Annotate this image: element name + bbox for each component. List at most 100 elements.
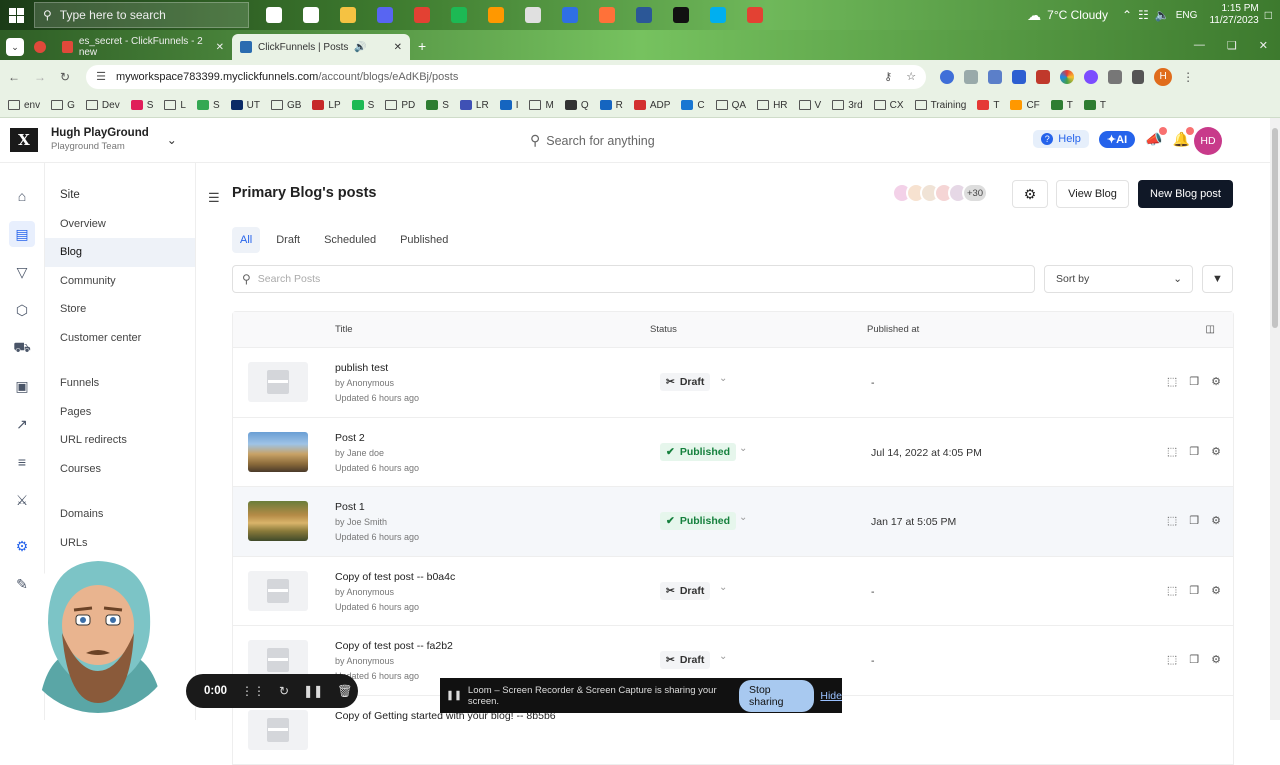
powershell-icon[interactable] [627,0,660,30]
color-extension-icon[interactable] [1060,69,1075,84]
post-title[interactable]: Post 1 [335,501,365,513]
sidepanel-icon[interactable] [1132,69,1145,84]
status-badge[interactable]: ✂ Draft [660,373,711,391]
column-title[interactable]: Title [335,324,353,335]
bookmark-item[interactable]: env [8,100,40,111]
user-avatar[interactable]: HD [1194,127,1222,155]
bookmark-item[interactable]: HR [757,100,788,111]
new-blog-post-button[interactable]: New Blog post [1138,180,1233,208]
bookmark-item[interactable]: ADP [633,100,670,111]
bookmark-item[interactable]: GB [270,100,301,111]
settings-icon[interactable] [294,0,327,30]
filter-button[interactable]: ▼ [1202,265,1233,293]
table-row[interactable]: publish test by Anonymous Updated 6 hours … [233,347,1233,417]
blog-settings-button[interactable]: ⚙ [1012,180,1048,208]
chevron-down-icon[interactable]: ⌄ [167,133,177,147]
bookmark-item[interactable]: QA [715,100,746,111]
sidebar-item-domains[interactable]: Domains [45,500,195,529]
gear-icon[interactable]: ⚙ [1211,514,1221,527]
tab-draft[interactable]: Draft [268,227,308,253]
websites-icon[interactable]: ▤ [9,221,35,247]
orders-icon[interactable]: ⛟ [9,335,35,361]
sidebar-item-store[interactable]: Store [45,295,195,324]
funnels-icon[interactable]: ▽ [9,259,35,285]
profile-avatar[interactable]: H [1154,67,1173,86]
bookmark-item[interactable]: CX [873,100,904,111]
open-editor-icon[interactable]: ⬚ [1167,445,1177,458]
duplicate-icon[interactable]: ❐ [1189,584,1199,597]
collaborator-avatars[interactable]: +30 [892,183,988,203]
language-text[interactable]: ENG [1176,10,1198,21]
terminal-icon[interactable] [664,0,697,30]
browser-tab[interactable]: es_secret - ClickFunnels - 2 new ✕ [54,34,232,60]
restore-icon[interactable]: ❑ [1227,39,1237,52]
help-button[interactable]: ? Help [1033,130,1089,148]
hide-banner-link[interactable]: Hide [820,690,842,702]
products-icon[interactable]: ⬡ [9,297,35,323]
pause-share-icon[interactable]: ❚❚ [446,690,462,701]
bookmark-item[interactable]: LR [459,100,489,111]
table-row[interactable]: Post 2 by Jane doe Updated 6 hours ago ✔ Pub… [233,416,1233,487]
chevron-up-icon[interactable]: ⌃ [1122,8,1132,22]
gear-icon[interactable]: ⚙ [1211,584,1221,597]
post-title[interactable]: Copy of test post -- b0a4c [335,571,455,583]
sidebar-item-customer-center[interactable]: Customer center [45,324,195,353]
bookmark-item[interactable]: T [1083,100,1106,111]
status-chevron-icon[interactable]: ⌄ [719,373,727,384]
bookmark-item[interactable]: 3rd [832,100,863,111]
sublime-icon[interactable] [479,0,512,30]
status-chevron-icon[interactable]: ⌄ [739,443,747,454]
global-search[interactable]: ⚲ Search for anything [530,132,655,149]
camera-extension-icon[interactable] [964,69,979,84]
bookmark-item[interactable]: UT [230,100,260,111]
webcam-avatar-bubble[interactable] [18,553,178,713]
bookmark-item[interactable]: R [599,100,623,111]
status-badge[interactable]: ✂ Draft [660,651,711,669]
sidebar-item-courses[interactable]: Courses [45,455,195,484]
task-view-icon[interactable] [257,0,290,30]
notepad-icon[interactable] [516,0,549,30]
menu-toggle-icon[interactable]: ☰ [208,190,220,206]
close-tab-icon[interactable]: ✕ [394,42,402,53]
settings-icon[interactable]: ⚙ [9,533,35,559]
chrome-icon[interactable] [405,0,438,30]
restart-icon[interactable]: ↻ [279,684,289,698]
gear-icon[interactable]: ⚙ [1211,653,1221,666]
forward-icon[interactable]: → [34,70,46,84]
volume-icon[interactable]: 🔈 [1155,8,1170,22]
sidebar-item-url-redirects[interactable]: URL redirects [45,426,195,455]
workspace-switcher[interactable]: Hugh PlayGround Playground Team [51,126,149,154]
bookmark-item[interactable]: S [130,100,153,111]
close-tab-icon[interactable]: ✕ [216,42,224,53]
courses-icon[interactable]: ⚔ [9,487,35,513]
table-row[interactable]: Copy of test post -- b0a4c by Anonymous Up… [233,555,1233,626]
bell-icon[interactable]: 🔔 [1173,126,1194,148]
bookmark-item[interactable]: G [51,100,75,111]
extension-badge-icon[interactable] [1012,69,1027,84]
status-chevron-icon[interactable]: ⌄ [739,512,747,523]
bookmark-item[interactable]: T [977,100,999,111]
file-explorer-icon[interactable] [331,0,364,30]
open-editor-icon[interactable]: ⬚ [1167,514,1177,527]
status-badge[interactable]: ✔ Published [660,512,736,530]
discord-icon[interactable] [368,0,401,30]
bookmark-item[interactable]: M [529,100,554,111]
bookmark-item[interactable]: I [499,100,518,111]
chrome-profile-icon[interactable] [738,0,771,30]
network-icon[interactable]: ☷ [1138,8,1149,22]
home-icon[interactable]: ⌂ [9,183,35,209]
browser-tab[interactable]: ClickFunnels | Posts 🔊 ✕ [232,34,410,60]
sidebar-item-pages[interactable]: Pages [45,398,195,427]
password-key-icon[interactable]: ⚷ [884,70,892,83]
open-editor-icon[interactable]: ⬚ [1167,653,1177,666]
weather-text[interactable]: 7°C Cloudy [1047,8,1108,22]
open-editor-icon[interactable]: ⬚ [1167,584,1177,597]
pause-icon[interactable]: ❚❚ [303,684,323,698]
duplicate-icon[interactable]: ❐ [1189,514,1199,527]
post-title[interactable]: Post 2 [335,432,365,444]
site-info-icon[interactable]: ☰ [96,70,106,83]
clickfunnels-logo[interactable]: Χ [10,128,38,152]
tab-all[interactable]: All [232,227,261,253]
notifications-icon[interactable]: □ [1265,8,1272,22]
url-bar[interactable]: ☰ myworkspace783399.myclickfunnels.com/a… [86,64,927,89]
